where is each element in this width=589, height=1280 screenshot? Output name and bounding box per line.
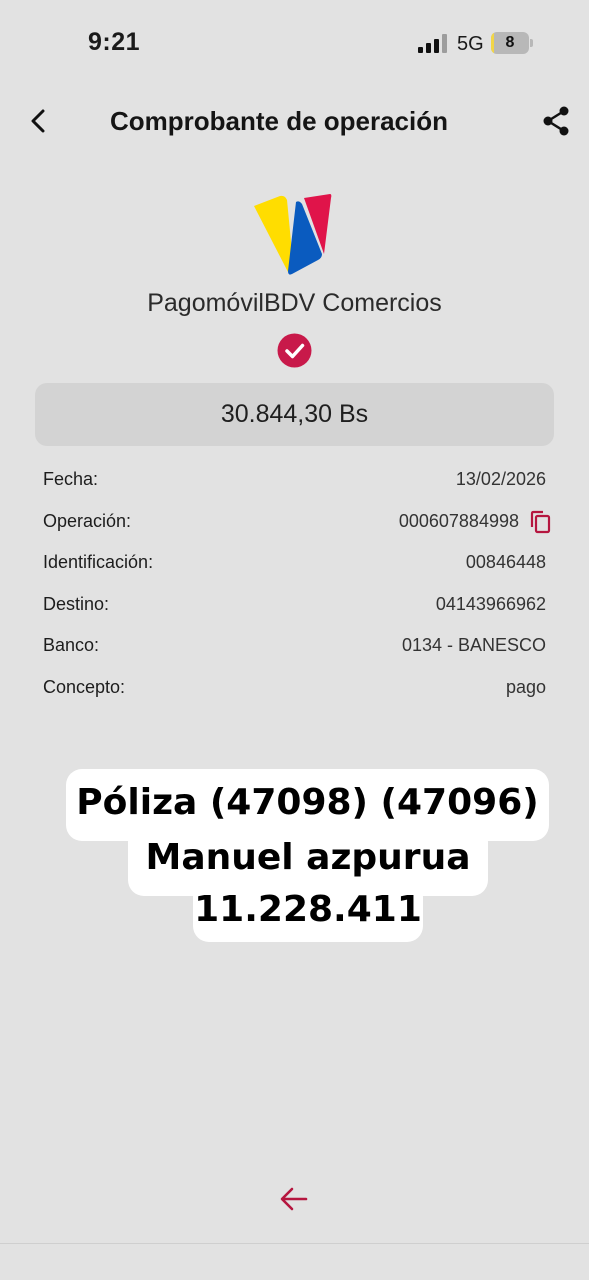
detail-label: Identificación:	[43, 552, 154, 573]
cellular-signal-icon	[418, 34, 448, 53]
share-button[interactable]	[540, 105, 572, 137]
battery-level: 8	[505, 34, 515, 51]
detail-row-destino: Destino: 04143966962	[43, 584, 546, 626]
detail-row-fecha: Fecha: 13/02/2026	[43, 459, 546, 501]
bottom-divider	[0, 1243, 589, 1244]
chevron-left-icon	[31, 109, 45, 133]
detail-label: Operación:	[43, 510, 132, 531]
detail-row-operacion: Operación: 000607884998	[43, 501, 551, 543]
detail-label: Destino:	[43, 593, 110, 614]
detail-value: 000607884998	[398, 510, 519, 531]
amount-display: 30.844,30 Bs	[35, 383, 554, 446]
note-line-3: 11.228.411	[193, 881, 423, 942]
network-type: 5G	[457, 33, 484, 55]
detail-label: Fecha:	[43, 469, 99, 489]
detail-label: Banco:	[43, 635, 100, 656]
detail-row-banco: Banco: 0134 - BANESCO	[43, 625, 546, 667]
battery-icon: 8	[491, 32, 533, 54]
status-time: 9:21	[88, 28, 141, 56]
detail-row-identificacion: Identificación: 00846448	[43, 542, 546, 584]
brand-name: PagomóvilBDV Comercios	[147, 289, 442, 317]
detail-value: 00846448	[465, 552, 546, 573]
detail-value: 0134 - BANESCO	[401, 635, 546, 656]
pagomovil-logo	[254, 194, 332, 275]
bottom-back-button[interactable]	[278, 1183, 310, 1215]
operation-details: Fecha: 13/02/2026 Operación: 00060788499…	[43, 459, 551, 709]
detail-value: 04143966962	[435, 593, 546, 614]
detail-label: Concepto:	[43, 676, 126, 697]
status-bar: 9:21 5G 8	[0, 0, 589, 88]
copy-icon[interactable]	[528, 510, 552, 534]
detail-value: pago	[505, 676, 546, 697]
success-check-icon	[277, 333, 312, 368]
back-button[interactable]	[22, 104, 56, 138]
share-icon	[543, 106, 569, 136]
detail-row-concepto: Concepto: pago	[43, 667, 546, 709]
app-header: Comprobante de operación	[0, 92, 589, 150]
page-title: Comprobante de operación	[109, 106, 449, 136]
arrow-left-icon	[280, 1187, 308, 1211]
detail-value: 13/02/2026	[455, 469, 546, 489]
